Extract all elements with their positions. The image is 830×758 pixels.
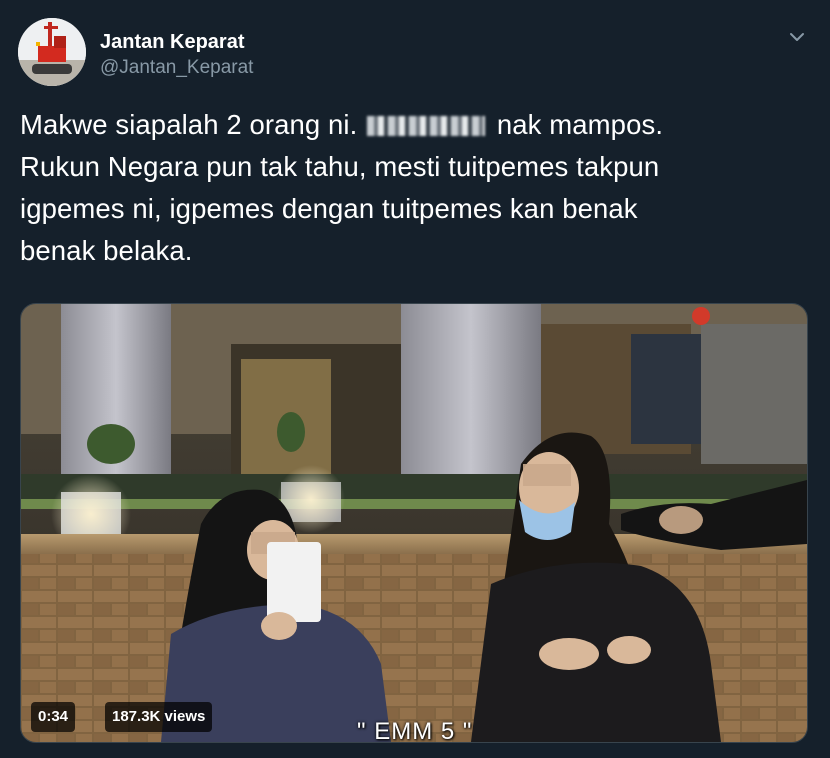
tweet-line-1: Makwe siapalah 2 orang ni. nak mampos. [20,104,810,146]
user-handle[interactable]: @Jantan_Keparat [100,56,253,80]
video-subtitle: " EMM 5 " [357,718,473,743]
avatar[interactable] [18,18,86,86]
tweet-line-1-start: Makwe siapalah 2 orang ni. [20,109,358,140]
chevron-down-icon[interactable] [786,26,808,48]
video-views-badge: 187.3K views [105,702,213,732]
tweet-card: Jantan Keparat @Jantan_Keparat Makwe sia… [0,0,830,758]
display-name[interactable]: Jantan Keparat [100,30,245,54]
censored-word [367,116,486,136]
excavator-avatar-icon [18,18,86,86]
video-duration-badge: 0:34 [31,702,76,732]
tweet-text: Makwe siapalah 2 orang ni. nak mampos. R… [20,104,810,272]
video-player[interactable]: 0:34 187.3K views " EMM 5 " [20,303,808,743]
tweet-line-2: Rukun Negara pun tak tahu, mesti tuitpem… [20,151,660,182]
tweet-line-1-end: nak mampos. [496,109,664,140]
video-frame [21,304,807,742]
tweet-line-4: benak belaka. [20,235,193,266]
tweet-line-3: igpemes ni, igpemes dengan tuitpemes kan… [20,193,638,224]
